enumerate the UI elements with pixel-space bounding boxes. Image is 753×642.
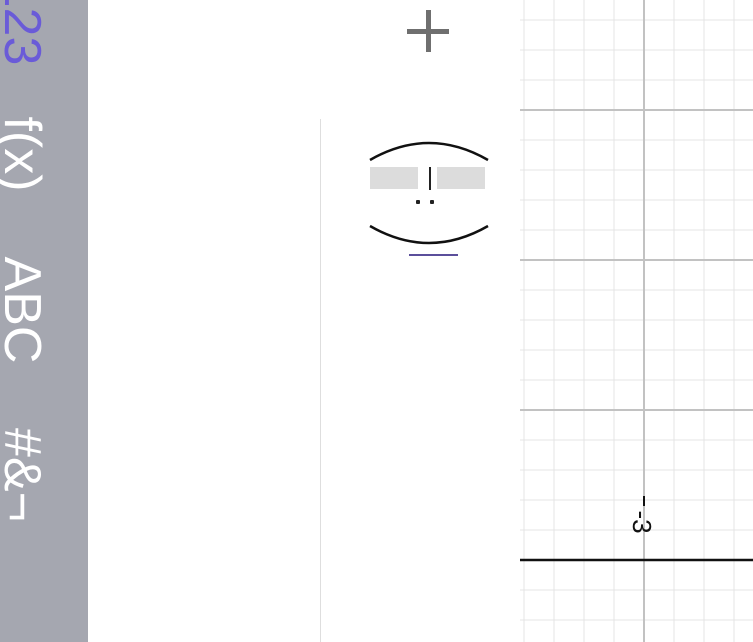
tab-functions-label[interactable]: f(x) (0, 116, 51, 191)
ellipsis-icon (414, 200, 444, 206)
matrix-slot-right[interactable] (437, 167, 485, 189)
keyboard-tab-strip: 123 f(x) ABC #&¬ (0, 0, 88, 642)
axis-tick-label-text: -3 (627, 510, 657, 534)
graph-grid (520, 0, 753, 642)
text-cursor (429, 167, 431, 190)
graphics-view[interactable]: -3 (520, 0, 753, 642)
input-underline (409, 254, 458, 256)
panel-divider (320, 119, 321, 642)
tab-symbols-label[interactable]: #&¬ (0, 428, 51, 522)
algebra-panel (88, 0, 577, 642)
tab-123-label[interactable]: 123 (0, 0, 51, 65)
matrix-brackets-icon (369, 141, 489, 245)
add-item-button[interactable] (401, 4, 455, 58)
matrix-slot-left[interactable] (370, 167, 418, 189)
matrix-input-field[interactable] (366, 134, 492, 252)
tab-abc-label[interactable]: ABC (0, 257, 51, 364)
